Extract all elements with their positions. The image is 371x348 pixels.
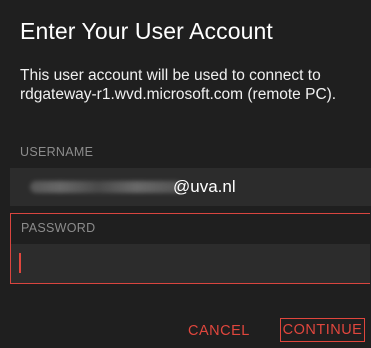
dialog-title: Enter Your User Account (20, 18, 273, 44)
username-redacted-text (30, 181, 182, 193)
password-field[interactable] (11, 244, 370, 283)
dialog-message: This user account will be used to connec… (20, 67, 337, 103)
continue-button[interactable]: CONTINUE (280, 318, 365, 342)
text-cursor (19, 253, 21, 273)
password-field-container: PASSWORD (10, 213, 370, 284)
username-field[interactable]: @uva.nl (10, 168, 371, 206)
username-domain-text: @uva.nl (173, 177, 236, 196)
user-account-dialog: Enter Your User Account This user accoun… (0, 0, 371, 348)
username-label: USERNAME (20, 145, 94, 159)
password-label: PASSWORD (21, 221, 96, 235)
cancel-button[interactable]: CANCEL (188, 323, 250, 339)
